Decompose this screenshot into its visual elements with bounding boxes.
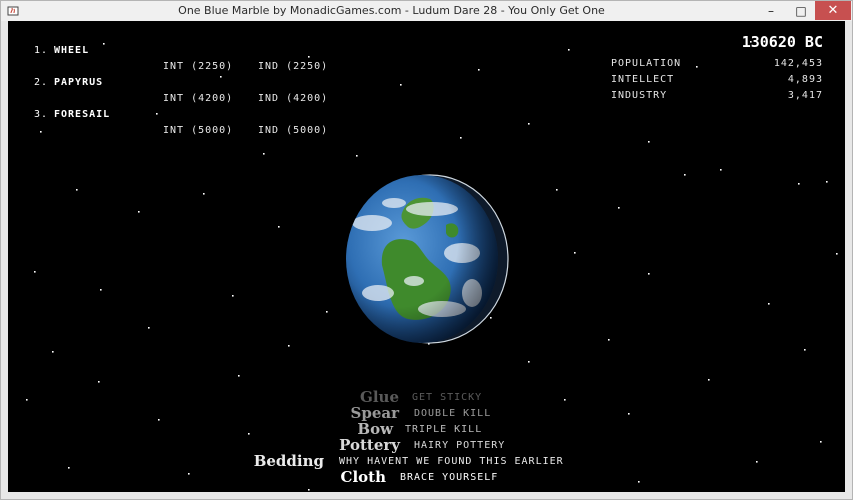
- star: [478, 69, 480, 71]
- history-name: Pottery: [339, 436, 400, 454]
- star: [263, 153, 265, 155]
- star: [156, 113, 158, 115]
- star: [158, 419, 160, 421]
- history-name: Bedding: [253, 452, 324, 470]
- app-window: One Blue Marble by MonadicGames.com - Lu…: [0, 0, 853, 500]
- star: [103, 43, 105, 45]
- stat-value-industry: 3,417: [787, 90, 823, 101]
- tech-int-cost: INT (2250): [163, 61, 234, 72]
- stat-value-population: 142,453: [773, 58, 823, 69]
- minimize-button[interactable]: –: [759, 1, 783, 20]
- maximize-icon: □: [795, 3, 807, 18]
- minimize-icon: –: [768, 3, 774, 18]
- star: [40, 131, 42, 133]
- star: [52, 351, 54, 353]
- history-desc: WHY HAVENT WE FOUND THIS EARLIER: [339, 456, 564, 467]
- star: [98, 381, 100, 383]
- star: [836, 253, 838, 255]
- tech-name: WHEEL: [54, 45, 90, 56]
- star: [138, 211, 140, 213]
- tech-number: 1.: [34, 45, 49, 56]
- stat-label-industry: INDUSTRY: [611, 90, 668, 101]
- star: [68, 467, 70, 469]
- star: [720, 169, 722, 171]
- java-app-icon: [7, 6, 19, 16]
- star: [826, 181, 828, 183]
- history-desc: GET STICKY: [412, 392, 483, 403]
- star: [528, 123, 530, 125]
- close-icon: ✕: [827, 3, 839, 18]
- star: [798, 183, 800, 185]
- title-bar[interactable]: One Blue Marble by MonadicGames.com - Lu…: [1, 1, 852, 21]
- globe-shading: [346, 175, 498, 343]
- history-desc: BRACE YOURSELF: [400, 472, 499, 483]
- star: [148, 327, 150, 329]
- tech-name: PAPYRUS: [54, 77, 104, 88]
- close-button[interactable]: ✕: [815, 1, 851, 20]
- star: [768, 303, 770, 305]
- star: [400, 84, 402, 86]
- star: [684, 174, 686, 176]
- tech-int-cost: INT (5000): [163, 125, 234, 136]
- star: [756, 461, 758, 463]
- star: [34, 271, 36, 273]
- star: [528, 361, 530, 363]
- history-desc: HAIRY POTTERY: [414, 440, 506, 451]
- tech-ind-cost: IND (2250): [258, 61, 329, 72]
- tech-name: FORESAIL: [54, 109, 111, 120]
- star: [203, 193, 205, 195]
- star: [556, 189, 558, 191]
- star: [618, 207, 620, 209]
- stat-value-intellect: 4,893: [787, 74, 823, 85]
- stat-label-intellect: INTELLECT: [611, 74, 675, 85]
- star: [564, 399, 566, 401]
- star: [608, 339, 610, 341]
- earth-globe[interactable]: [342, 173, 512, 345]
- star: [648, 141, 650, 143]
- window-title: One Blue Marble by MonadicGames.com - Lu…: [178, 4, 605, 17]
- star: [308, 56, 310, 58]
- star: [460, 137, 462, 139]
- star: [568, 49, 570, 51]
- star: [638, 481, 640, 483]
- tech-number: 3.: [34, 109, 49, 120]
- tech-ind-cost: IND (4200): [258, 93, 329, 104]
- star: [278, 226, 280, 228]
- maximize-button[interactable]: □: [789, 1, 813, 20]
- star: [220, 76, 222, 78]
- star: [188, 473, 190, 475]
- star: [820, 441, 822, 443]
- game-canvas[interactable]: 1. WHEEL INT (2250) IND (2250) 2. PAPYRU…: [8, 21, 845, 492]
- year-display: 130620 BC: [741, 33, 823, 51]
- star: [708, 379, 710, 381]
- star: [574, 252, 576, 254]
- star: [238, 375, 240, 377]
- tech-ind-cost: IND (5000): [258, 125, 329, 136]
- star: [76, 189, 78, 191]
- history-name: Cloth: [340, 468, 386, 486]
- star: [288, 345, 290, 347]
- star: [356, 155, 358, 157]
- tech-number: 2.: [34, 77, 49, 88]
- star: [696, 66, 698, 68]
- star: [100, 289, 102, 291]
- star: [232, 295, 234, 297]
- star: [308, 489, 310, 491]
- star: [326, 311, 328, 313]
- history-desc: DOUBLE KILL: [414, 408, 492, 419]
- star: [648, 273, 650, 275]
- tech-int-cost: INT (4200): [163, 93, 234, 104]
- star: [628, 413, 630, 415]
- stat-label-population: POPULATION: [611, 58, 682, 69]
- star: [804, 349, 806, 351]
- star: [248, 433, 250, 435]
- history-desc: TRIPLE KILL: [405, 424, 483, 435]
- star: [26, 399, 28, 401]
